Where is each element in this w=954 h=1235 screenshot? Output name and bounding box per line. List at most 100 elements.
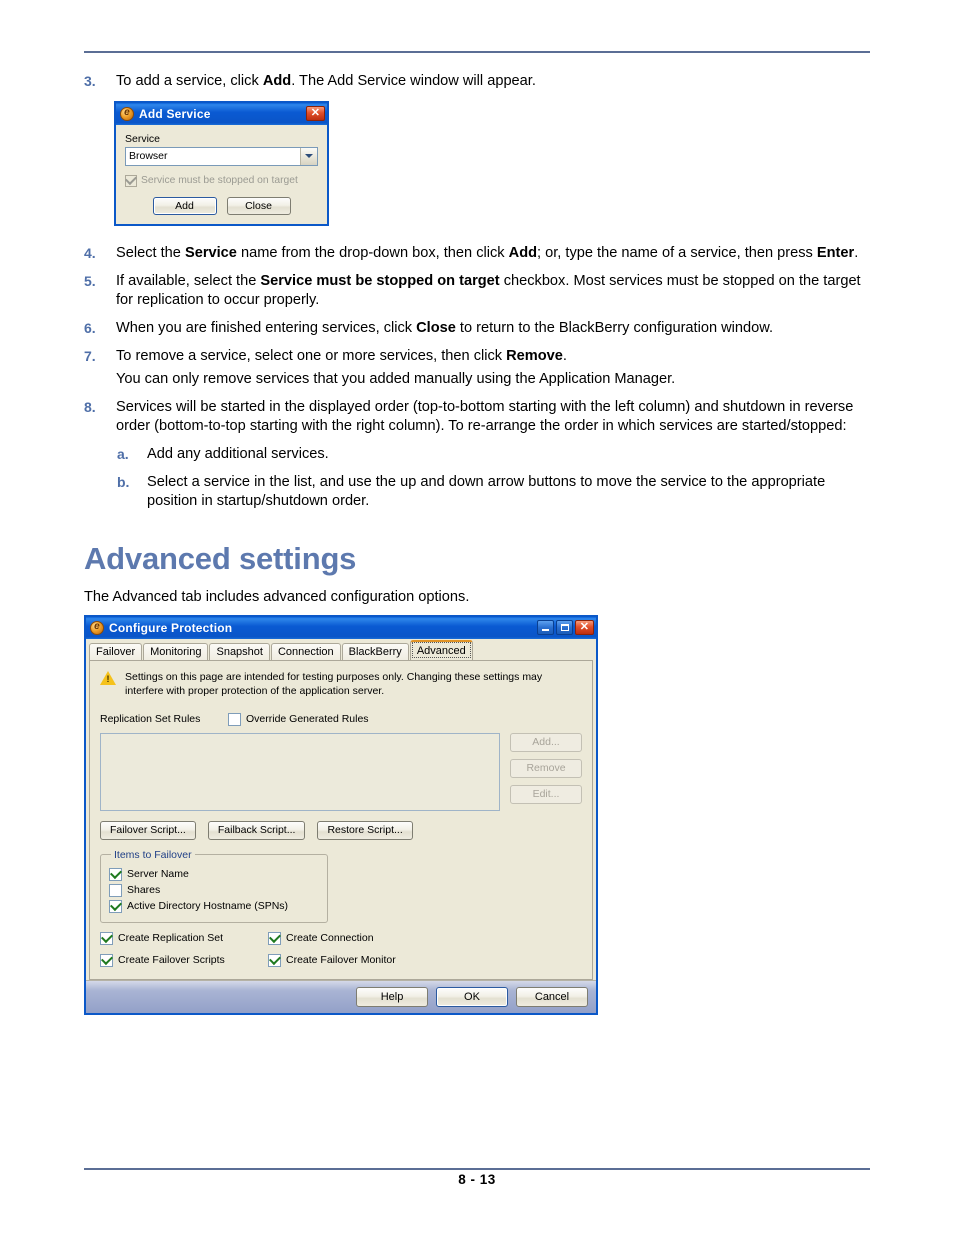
- tab-snapshot[interactable]: Snapshot: [209, 642, 270, 661]
- list-item: 5. If available, select the Service must…: [84, 272, 874, 310]
- tab-strip: Failover Monitoring Snapshot Connection …: [86, 638, 596, 661]
- step-text: If available, select the Service must be…: [116, 272, 861, 308]
- section-intro: The Advanced tab includes advanced confi…: [84, 588, 470, 605]
- close-icon[interactable]: ✕: [306, 106, 325, 122]
- checkbox-label: Shares: [127, 884, 161, 897]
- add-service-body: Service Browser Service must be stopped …: [116, 125, 327, 224]
- step-number: 8.: [84, 398, 96, 415]
- items-to-failover-group: Items to Failover Server Name Shares Act…: [100, 848, 328, 923]
- ok-button[interactable]: OK: [436, 986, 508, 1007]
- items-to-failover-legend: Items to Failover: [114, 848, 192, 861]
- tab-monitoring[interactable]: Monitoring: [143, 642, 209, 661]
- service-field-label: Service: [125, 132, 161, 145]
- tab-blackberry[interactable]: BlackBerry: [341, 642, 409, 661]
- edit-rule-button[interactable]: Edit...: [510, 784, 582, 804]
- script-button-row: Failover Script... Failback Script... Re…: [100, 820, 582, 840]
- help-button[interactable]: Help: [356, 986, 428, 1007]
- step-text: Services will be started in the displaye…: [116, 398, 854, 434]
- create-options-group: Create Replication Set Create Connection…: [100, 930, 500, 967]
- page-number: 8 - 13: [458, 1172, 496, 1187]
- step-text: To remove a service, select one or more …: [116, 347, 567, 364]
- service-dropdown-value: Browser: [129, 149, 168, 162]
- add-service-button-row: Add Close: [125, 196, 318, 215]
- add-button[interactable]: Add: [152, 196, 217, 215]
- chevron-down-icon[interactable]: [300, 147, 317, 165]
- list-item: 8. Services will be started in the displ…: [84, 398, 874, 436]
- remove-rule-button[interactable]: Remove: [510, 758, 582, 778]
- checkbox-label: Server Name: [127, 868, 189, 881]
- document-page: 3. To add a service, click Add. The Add …: [0, 0, 954, 1235]
- minimize-icon[interactable]: [537, 620, 554, 636]
- checkbox-create-failover-monitor[interactable]: Create Failover Monitor: [268, 952, 436, 967]
- step-number: 5.: [84, 272, 96, 289]
- step-text: Select the Service name from the drop-do…: [116, 244, 859, 261]
- service-dropdown[interactable]: Browser: [125, 146, 318, 166]
- application-icon: [90, 620, 104, 635]
- step-number: 7.: [84, 347, 96, 364]
- page-content: 3. To add a service, click Add. The Add …: [84, 72, 874, 1015]
- checkbox-label: Create Replication Set: [118, 932, 224, 945]
- configure-protection-titlebar: Configure Protection ✕: [86, 616, 596, 639]
- list-item: 4. Select the Service name from the drop…: [84, 244, 874, 263]
- checkbox-label: Create Failover Monitor: [286, 954, 396, 967]
- configure-protection-title: Configure Protection: [109, 620, 233, 635]
- checkbox-icon: [109, 883, 122, 897]
- cancel-button[interactable]: Cancel: [516, 986, 588, 1007]
- substep-text: Add any additional services.: [147, 445, 329, 462]
- checkbox-shares[interactable]: Shares: [109, 883, 317, 897]
- checkbox-icon: [109, 898, 122, 913]
- application-icon: [120, 106, 134, 121]
- checkbox-server-name[interactable]: Server Name: [109, 866, 317, 881]
- maximize-icon[interactable]: [556, 620, 573, 636]
- window-controls: ✕: [537, 620, 594, 636]
- replication-set-rules-row: Replication Set Rules Override Generated…: [100, 712, 582, 726]
- replication-set-rules-label: Replication Set Rules: [100, 713, 201, 726]
- substep-text: Select a service in the list, and use th…: [147, 473, 826, 509]
- restore-script-button[interactable]: Restore Script...: [317, 820, 413, 840]
- tab-connection[interactable]: Connection: [270, 642, 341, 661]
- rules-button-column: Add... Remove Edit...: [510, 732, 582, 804]
- page-title: Advanced settings: [84, 540, 357, 576]
- failover-script-button[interactable]: Failover Script...: [100, 820, 196, 840]
- checkbox-create-replication-set[interactable]: Create Replication Set: [100, 930, 268, 945]
- add-service-title: Add Service: [139, 106, 211, 121]
- dialog-footer: Help OK Cancel: [86, 979, 596, 1013]
- checkbox-label: Create Failover Scripts: [118, 954, 225, 967]
- list-item: 7. To remove a service, select one or mo…: [84, 347, 874, 366]
- warning-text: Settings on this page are intended for t…: [125, 670, 543, 698]
- list-item: 3. To add a service, click Add. The Add …: [84, 72, 874, 91]
- checkbox-label: Active Directory Hostname (SPNs): [127, 900, 289, 913]
- tab-failover[interactable]: Failover: [89, 642, 143, 661]
- override-generated-rules-label: Override Generated Rules: [246, 713, 369, 726]
- checkbox-icon: [109, 866, 122, 881]
- checkbox-create-connection[interactable]: Create Connection: [268, 930, 436, 945]
- service-must-be-stopped-checkbox[interactable]: Service must be stopped on target: [124, 173, 318, 187]
- step-number: 3.: [84, 73, 96, 89]
- tab-advanced[interactable]: Advanced: [409, 639, 473, 660]
- failback-script-button[interactable]: Failback Script...: [207, 820, 306, 840]
- close-icon[interactable]: ✕: [575, 620, 594, 636]
- close-glyph: ✕: [310, 107, 321, 120]
- configure-protection-window[interactable]: Configure Protection ✕ Failover Monitori…: [84, 614, 598, 1015]
- substep-number: a.: [117, 445, 129, 462]
- close-button[interactable]: Close: [226, 196, 291, 215]
- list-item: 6. When you are finished entering servic…: [84, 319, 874, 338]
- add-service-dialog[interactable]: Add Service ✕ Service Browser Ser: [114, 100, 329, 226]
- step-number: 4.: [84, 244, 96, 261]
- footer-rule: [84, 1168, 870, 1170]
- add-service-titlebar: Add Service ✕: [116, 102, 327, 125]
- checkbox-create-failover-scripts[interactable]: Create Failover Scripts: [100, 952, 268, 967]
- advanced-tab-panel: Settings on this page are intended for t…: [89, 659, 593, 980]
- list-item: a. Add any additional services.: [117, 445, 874, 464]
- replication-rules-listbox[interactable]: [100, 732, 500, 811]
- checkbox-icon: [124, 173, 138, 187]
- note-after-step-7: You can only remove services that you ad…: [116, 370, 676, 387]
- rules-area: Add... Remove Edit...: [100, 732, 582, 811]
- step-text: When you are finished entering services,…: [116, 319, 774, 336]
- header-rule: [84, 51, 870, 53]
- checkbox-active-directory-hostname[interactable]: Active Directory Hostname (SPNs): [109, 898, 317, 913]
- override-generated-rules-checkbox[interactable]: Override Generated Rules: [228, 712, 369, 726]
- step-text: To add a service, click Add. The Add Ser…: [116, 73, 536, 89]
- add-rule-button[interactable]: Add...: [510, 732, 582, 752]
- service-must-be-stopped-label: Service must be stopped on target: [141, 175, 298, 187]
